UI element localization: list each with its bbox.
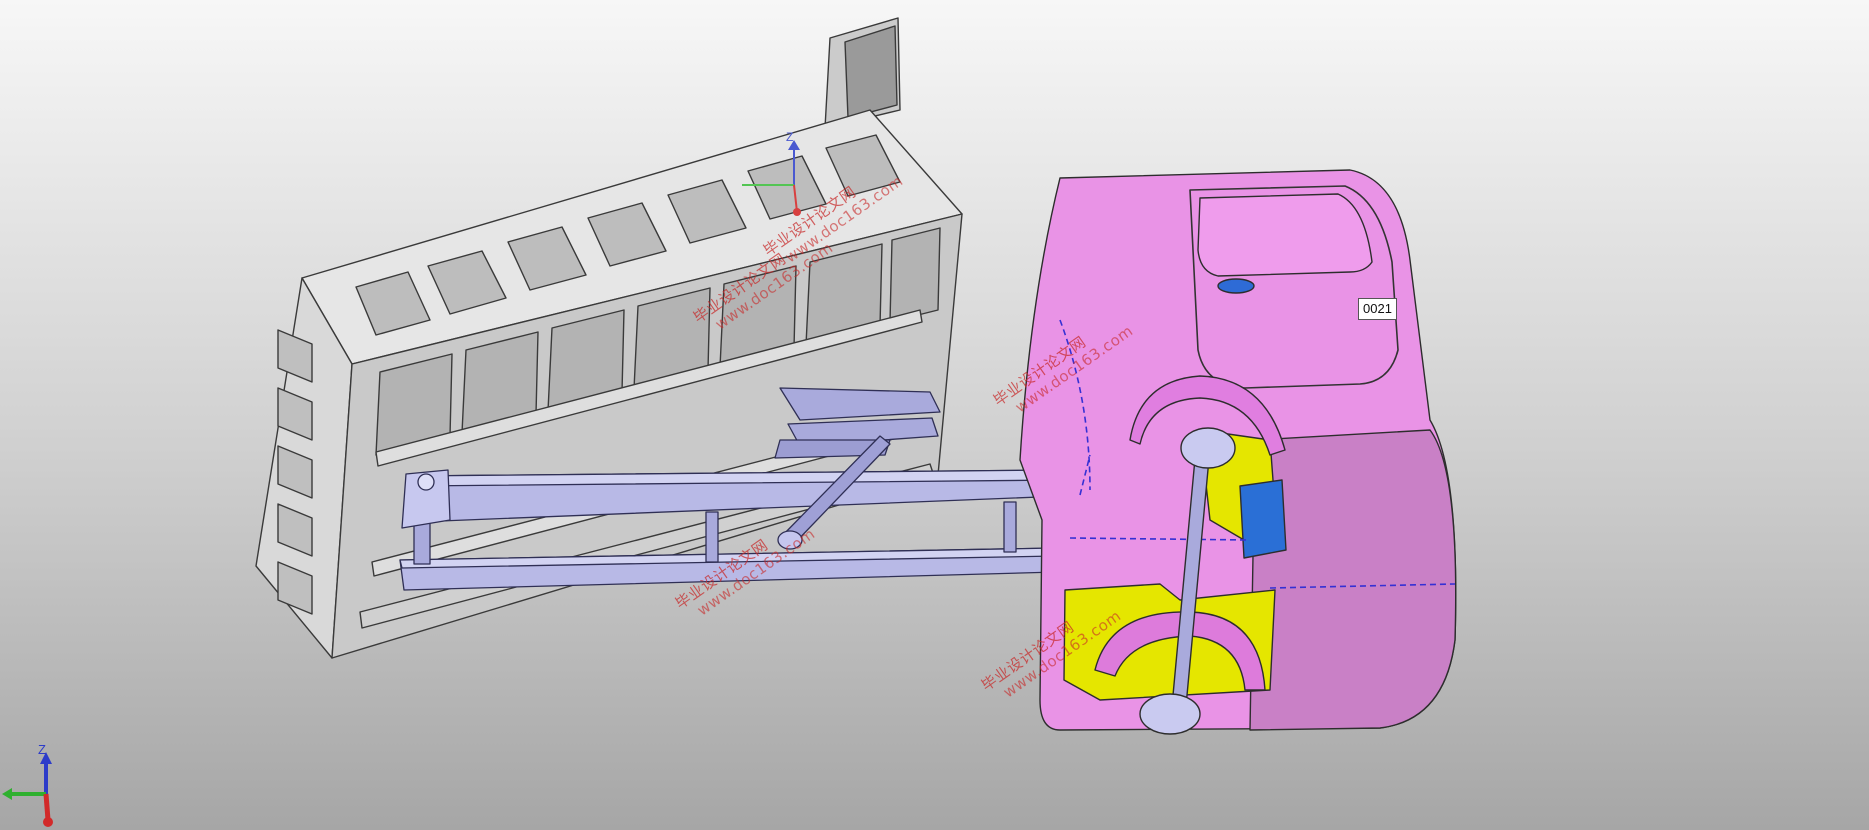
part-number-tag[interactable]: 0021	[1358, 298, 1397, 320]
cad-viewport[interactable]: Z Z 0021 毕业设计论文网 www.doc163.com 毕业设计论文网 …	[0, 0, 1869, 830]
3d-model-scene[interactable]	[0, 0, 1869, 830]
truck-cab[interactable]	[1019, 169, 1457, 735]
axis-triad[interactable]	[2, 752, 53, 827]
origin-z-label: Z	[786, 130, 794, 144]
triad-z-label: Z	[38, 742, 46, 757]
